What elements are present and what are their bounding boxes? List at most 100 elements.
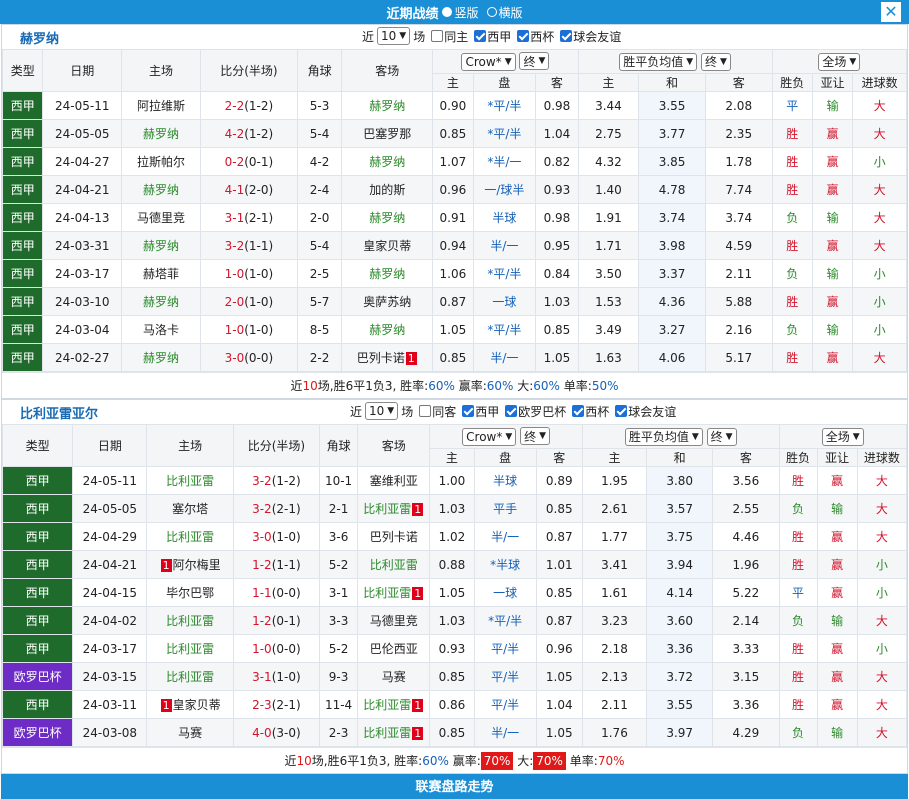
home-team[interactable]: 马德里竞: [121, 203, 201, 232]
vertical-option[interactable]: 竖版: [440, 4, 479, 21]
match-type[interactable]: 欧罗巴杯: [1, 718, 74, 747]
filter-checkbox[interactable]: [517, 30, 530, 42]
home-team[interactable]: 赫塔菲: [121, 259, 201, 288]
same-venue-checkbox[interactable]: [419, 405, 432, 417]
away-team[interactable]: 赫罗纳: [341, 203, 434, 232]
home-team[interactable]: 比利亚雷: [146, 466, 234, 495]
match-type[interactable]: 西甲: [1, 634, 74, 663]
match-count-select[interactable]: 10 ▼: [365, 402, 399, 420]
away-team[interactable]: 塞维利亚: [357, 466, 431, 495]
match-type[interactable]: 西甲: [1, 343, 44, 372]
match-score[interactable]: 4-2(1-2): [199, 119, 298, 148]
filter-checkbox[interactable]: [474, 30, 487, 42]
match-type[interactable]: 西甲: [1, 259, 44, 288]
match-type[interactable]: 西甲: [1, 175, 44, 204]
match-type[interactable]: 西甲: [1, 231, 44, 260]
same-venue-checkbox[interactable]: [431, 30, 444, 42]
match-type[interactable]: 西甲: [1, 119, 44, 148]
match-type[interactable]: 西甲: [1, 494, 74, 523]
away-team[interactable]: 巴列卡诺: [357, 522, 431, 551]
away-team[interactable]: 奥萨苏纳: [341, 287, 434, 316]
odds-status-select[interactable]: 终 ▼: [520, 427, 551, 446]
match-type[interactable]: 西甲: [1, 91, 44, 120]
match-score[interactable]: 3-1(2-1): [199, 203, 298, 232]
away-team[interactable]: 赫罗纳: [341, 91, 434, 120]
match-score[interactable]: 3-0(0-0): [199, 343, 298, 372]
match-type[interactable]: 西甲: [1, 550, 74, 579]
away-team[interactable]: 马赛: [357, 662, 431, 691]
home-team[interactable]: 塞尔塔: [146, 494, 234, 523]
match-score[interactable]: 3-2(2-1): [232, 494, 321, 523]
away-team[interactable]: 比利亚雷: [357, 550, 431, 579]
filter-checkbox[interactable]: [560, 30, 573, 42]
away-team[interactable]: 皇家贝蒂: [341, 231, 434, 260]
home-team[interactable]: 赫罗纳: [121, 175, 201, 204]
match-score[interactable]: 1-0(1-0): [199, 315, 298, 344]
match-score[interactable]: 3-1(1-0): [232, 662, 321, 691]
away-team[interactable]: 马德里竞: [357, 606, 431, 635]
match-score[interactable]: 0-2(0-1): [199, 147, 298, 176]
match-score[interactable]: 1-2(0-1): [232, 606, 321, 635]
match-score[interactable]: 1-0(1-0): [199, 259, 298, 288]
match-score[interactable]: 1-1(0-0): [232, 578, 321, 607]
home-team[interactable]: 比利亚雷: [146, 634, 234, 663]
match-type[interactable]: 西甲: [1, 690, 74, 719]
home-team[interactable]: 比利亚雷: [146, 606, 234, 635]
away-team[interactable]: 比利亚雷 1: [357, 718, 431, 747]
horizontal-option[interactable]: 横版: [485, 4, 523, 21]
match-score[interactable]: 1-2(1-1): [232, 550, 321, 579]
close-button[interactable]: ✕: [881, 2, 901, 22]
home-team[interactable]: 毕尔巴鄂: [146, 578, 234, 607]
match-type[interactable]: 西甲: [1, 466, 74, 495]
match-score[interactable]: 4-1(2-0): [199, 175, 298, 204]
match-type[interactable]: 西甲: [1, 287, 44, 316]
scope-select[interactable]: 全场 ▼: [821, 427, 864, 446]
home-team[interactable]: 马赛: [146, 718, 234, 747]
filter-checkbox[interactable]: [462, 405, 475, 417]
company-select[interactable]: Crow* ▼: [461, 52, 516, 71]
avg-select[interactable]: 胜平负均值 ▼: [624, 427, 703, 446]
home-team[interactable]: 比利亚雷: [146, 522, 234, 551]
company-select[interactable]: Crow* ▼: [462, 427, 517, 446]
avg-select[interactable]: 胜平负均值 ▼: [619, 52, 698, 71]
away-team[interactable]: 赫罗纳: [341, 259, 434, 288]
match-score[interactable]: 3-0(1-0): [232, 522, 321, 551]
match-score[interactable]: 2-0(1-0): [199, 287, 298, 316]
home-team[interactable]: 赫罗纳: [121, 287, 201, 316]
match-type[interactable]: 西甲: [1, 578, 74, 607]
match-score[interactable]: 4-0(3-0): [232, 718, 321, 747]
avg-status-select[interactable]: 终 ▼: [706, 427, 737, 446]
filter-checkbox[interactable]: [572, 405, 585, 417]
filter-checkbox[interactable]: [505, 405, 518, 417]
home-team[interactable]: 赫罗纳: [121, 231, 201, 260]
avg-status-select[interactable]: 终 ▼: [701, 52, 731, 71]
home-team[interactable]: 比利亚雷: [146, 662, 234, 691]
home-team[interactable]: 赫罗纳: [121, 119, 201, 148]
match-score[interactable]: 1-0(0-0): [232, 634, 321, 663]
match-score[interactable]: 3-2(1-1): [199, 231, 298, 260]
home-team[interactable]: 马洛卡: [121, 315, 201, 344]
scope-select[interactable]: 全场 ▼: [818, 52, 861, 71]
match-score[interactable]: 2-2(1-2): [199, 91, 298, 120]
away-team[interactable]: 加的斯: [341, 175, 434, 204]
home-team[interactable]: 1 皇家贝蒂: [146, 690, 234, 719]
away-team[interactable]: 比利亚雷 1: [357, 690, 431, 719]
away-team[interactable]: 巴伦西亚: [357, 634, 431, 663]
away-team[interactable]: 巴列卡诺 1: [341, 343, 434, 372]
match-type[interactable]: 西甲: [1, 203, 44, 232]
match-score[interactable]: 3-2(1-2): [232, 466, 321, 495]
home-team[interactable]: 赫罗纳: [121, 343, 201, 372]
match-type[interactable]: 西甲: [1, 315, 44, 344]
league-trend-bar[interactable]: 联赛盘路走势: [1, 774, 908, 799]
home-team[interactable]: 1 阿尔梅里: [146, 550, 234, 579]
away-team[interactable]: 比利亚雷 1: [357, 578, 431, 607]
match-count-select[interactable]: 10 ▼: [377, 27, 411, 45]
away-team[interactable]: 赫罗纳: [341, 147, 434, 176]
match-type[interactable]: 西甲: [1, 522, 74, 551]
away-team[interactable]: 比利亚雷 1: [357, 494, 431, 523]
match-type[interactable]: 西甲: [1, 147, 44, 176]
odds-status-select[interactable]: 终 ▼: [519, 52, 550, 71]
away-team[interactable]: 巴塞罗那: [341, 119, 434, 148]
match-score[interactable]: 2-3(2-1): [232, 690, 321, 719]
match-type[interactable]: 西甲: [1, 606, 74, 635]
